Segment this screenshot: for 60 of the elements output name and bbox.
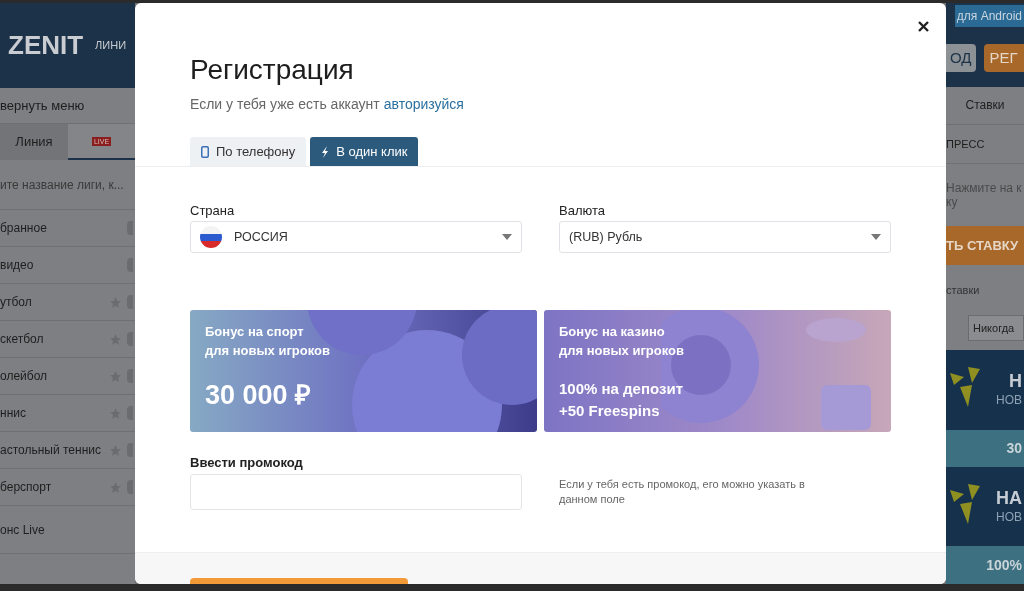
login-button[interactable]: ОД	[946, 44, 976, 73]
banner-title: НА	[996, 487, 1022, 508]
nav-link[interactable]: ЛИНИ	[95, 37, 127, 54]
express-label: ПРЕСС	[946, 136, 985, 152]
dialog-subtitle: Если у тебя уже есть аккаунт	[190, 95, 380, 114]
submit-button[interactable]	[190, 578, 408, 584]
collapse-menu-link[interactable]: вернуть меню	[0, 95, 85, 116]
lightning-icon	[321, 145, 330, 158]
phone-icon	[201, 145, 209, 158]
sport-bonus-banner[interactable]: Бонус на спорт для новых игроков 30 000 ₽	[190, 310, 537, 432]
flag-icon	[200, 226, 222, 248]
currency-select[interactable]: (RUB) Рубль	[559, 221, 891, 253]
promo-code-field[interactable]	[190, 474, 522, 510]
bets-tab[interactable]: Ставки	[965, 96, 1005, 115]
coupon-hint: ку	[946, 195, 959, 209]
field-label: Ввести промокод	[190, 454, 304, 472]
registration-tab[interactable]: По телефону	[190, 137, 307, 166]
sport-menu-item[interactable]: видео	[0, 256, 127, 274]
sport-menu-item[interactable]: астольный теннис	[0, 441, 109, 459]
sport-menu-item[interactable]: берспорт	[0, 478, 109, 496]
sport-menu-item[interactable]: онс Live	[0, 520, 45, 539]
setting-label: ставки	[946, 282, 980, 298]
sport-menu-item[interactable]: утбол	[0, 293, 109, 311]
caret-icon	[871, 234, 881, 240]
banner-amount: 100%	[986, 555, 1022, 575]
banner-subtitle: НОВ	[996, 392, 1022, 409]
setting-select[interactable]: Никогда	[968, 314, 1024, 341]
promo-code-hint: Если у тебя есть промокод, его можно указать в данном поле	[559, 477, 806, 507]
bonus-amount: 100% на депозит	[559, 379, 684, 399]
register-button[interactable]: РЕГ	[983, 44, 1024, 73]
site-logo[interactable]: ZENIT	[8, 26, 84, 65]
banner-amount: 30	[1006, 438, 1022, 458]
banner-title: Н	[1009, 371, 1022, 391]
dialog-title: Регистрация	[190, 53, 355, 87]
sport-menu-item[interactable]: ннис	[0, 404, 109, 422]
bonus-caption: Бонус на казино	[559, 323, 666, 341]
field-label: Валюта	[559, 203, 606, 219]
bonus-amount: 30 000 ₽	[205, 380, 313, 410]
banner-subtitle: НОВ	[996, 508, 1022, 526]
close-button[interactable]	[916, 19, 930, 33]
sport-menu-item[interactable]: скетбол	[0, 330, 109, 348]
registration-tab[interactable]: В один клик	[310, 137, 419, 166]
bonus-amount: +50 Freespins	[559, 401, 661, 421]
sport-menu-item[interactable]: олейбол	[0, 367, 109, 385]
promo-banner[interactable]: НА НОВ	[946, 467, 1024, 547]
caret-icon	[502, 234, 512, 240]
promo-banner[interactable]: Н НОВ	[946, 350, 1024, 430]
bonus-caption: для новых игроков	[205, 342, 331, 360]
sidebar-tab[interactable]: Линия	[0, 124, 68, 160]
bonus-caption: Бонус на спорт	[205, 323, 305, 341]
country-select[interactable]: РОССИЯ	[190, 221, 522, 253]
casino-bonus-banner[interactable]: Бонус на казино для новых игроков 100% на депозит +50 Freespins	[544, 310, 891, 432]
league-search-field[interactable]: ите название лиги, к...	[0, 175, 135, 194]
sport-menu-item[interactable]: бранное	[0, 219, 127, 237]
login-link[interactable]: авторизуйся	[383, 94, 464, 115]
close-icon	[917, 20, 929, 32]
field-label: Страна	[190, 203, 236, 219]
place-bet-button[interactable]: ТЬ СТАВКУ	[946, 225, 1024, 266]
bonus-caption: для новых игроков	[559, 342, 685, 360]
android-app-link[interactable]: для Android	[954, 5, 1024, 28]
